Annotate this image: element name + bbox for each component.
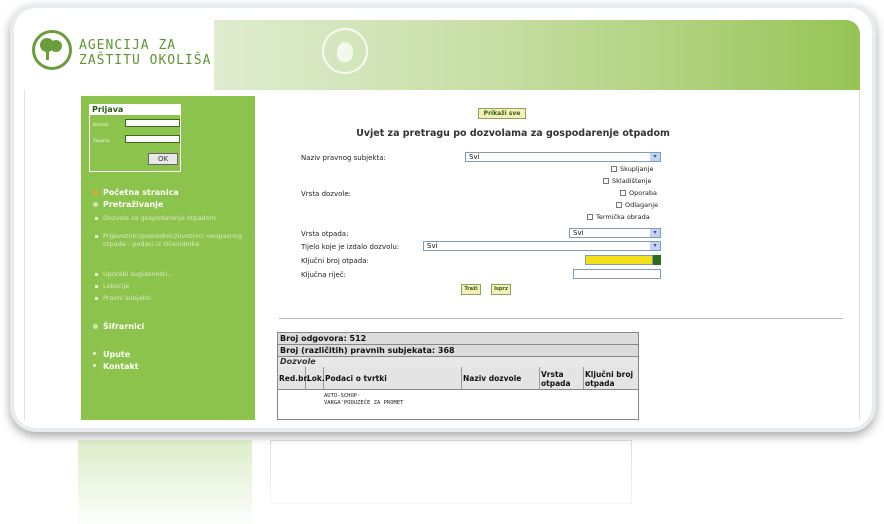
username-label: Korisnik	[93, 122, 109, 127]
col-header[interactable]: Red.br.	[278, 367, 309, 390]
chevron-down-icon: ▾	[650, 242, 660, 250]
search-button[interactable]: Traži	[461, 284, 481, 295]
website-page: AGENCIJA ZA ZAŠTITU OKOLIŠA Prijava Kori…	[14, 8, 872, 428]
sub-bullet-icon	[95, 285, 98, 288]
waste-code-input[interactable]	[585, 255, 653, 265]
col-header[interactable]: Vrsta otpada	[540, 367, 584, 390]
chevron-down-icon: ▾	[650, 153, 660, 161]
header-banner	[214, 20, 860, 90]
search-bullet-icon	[93, 202, 98, 207]
checkbox-icon	[603, 178, 609, 184]
checkbox-collection[interactable]: Skupljanje	[611, 165, 653, 173]
sub-bullet-icon	[95, 297, 98, 300]
header-logo-area: AGENCIJA ZA ZAŠTITU OKOLIŠA	[24, 20, 214, 90]
checkbox-icon	[611, 166, 617, 172]
sub-bullet-icon	[95, 217, 98, 220]
username-input[interactable]	[125, 119, 180, 127]
col-header[interactable]: Naziv dozvole	[462, 367, 540, 390]
search-panel: Prikaži sve Uvjet za pretragu po dozvola…	[273, 96, 849, 420]
login-title: Prijava	[90, 105, 180, 115]
keyword-input[interactable]	[573, 269, 661, 279]
checkbox-recovery[interactable]: Oporaba	[620, 189, 657, 197]
results-table: Broj odgovora: 512 Broj (različitih) pra…	[277, 332, 639, 420]
instructions-bullet-icon	[93, 352, 96, 355]
issuer-label: Tijelo koje je izdalo dozvolu:	[301, 243, 400, 251]
waste-code-picker-button[interactable]	[653, 255, 661, 265]
entities-count: Broj (različitih) pravnih subjekata: 368	[278, 345, 638, 357]
sidebar: Prijava Korisnik Zaporka OK Početna stra…	[81, 96, 255, 420]
reflection-fade	[0, 440, 884, 524]
legal-entity-select[interactable]: Svi ▾	[465, 152, 661, 162]
checkbox-icon	[620, 190, 626, 196]
clear-button[interactable]: Isprz	[491, 284, 511, 295]
chevron-down-icon: ▾	[650, 229, 660, 237]
divider	[279, 318, 843, 319]
presentation-slide: AGENCIJA ZA ZAŠTITU OKOLIŠA Prijava Kori…	[0, 0, 884, 524]
show-all-button[interactable]: Prikaži sve	[478, 108, 526, 119]
checkbox-thermal[interactable]: Termička obrada	[587, 213, 650, 221]
answers-count: Broj odgovora: 512	[278, 333, 638, 345]
sub-bullet-icon	[95, 235, 98, 238]
agency-name-line2: ZAŠTITU OKOLIŠA	[79, 53, 212, 68]
section-title: Dozvole	[278, 357, 638, 367]
waste-code-label: Ključni broj otpada:	[301, 257, 369, 265]
header-emblem-tree-icon	[337, 42, 353, 62]
sub-bullet-icon	[95, 273, 98, 276]
site-header: AGENCIJA ZA ZAŠTITU OKOLIŠA	[24, 20, 860, 90]
waste-type-label: Vrsta otpada:	[301, 230, 349, 238]
password-label: Zaporka	[93, 138, 110, 143]
col-header[interactable]: Ključni broj otpada	[584, 367, 638, 390]
col-header[interactable]: Lok.	[306, 367, 325, 390]
permit-type-label: Vrsta dozvole:	[301, 190, 352, 198]
legal-entity-label: Naziv pravnog subjekta:	[301, 154, 386, 162]
table-header: Red.br. Lok. Podaci o tvrtki Naziv dozvo…	[278, 367, 638, 390]
keyword-label: Ključna riječ:	[301, 271, 346, 279]
agency-name-line1: AGENCIJA ZA	[79, 38, 177, 53]
login-ok-button[interactable]: OK	[148, 153, 178, 165]
contact-bullet-icon	[93, 364, 96, 367]
logo-tree-icon	[50, 40, 62, 52]
login-box: Prijava Korisnik Zaporka OK	[89, 104, 181, 172]
waste-type-select[interactable]: Svi ▾	[569, 228, 661, 238]
codebooks-bullet-icon	[93, 324, 98, 329]
form-title: Uvjet za pretragu po dozvolama za gospod…	[356, 128, 670, 139]
page-body: Prijava Korisnik Zaporka OK Početna stra…	[24, 90, 860, 420]
table-row[interactable]: AUTO-SCHOP-VARGA'PODUZEĆE ZA PROMET	[324, 393, 404, 407]
agency-name[interactable]: AGENCIJA ZA ZAŠTITU OKOLIŠA	[79, 38, 211, 68]
col-header[interactable]: Podaci o tvrtki	[324, 367, 462, 390]
checkbox-disposal[interactable]: Odlaganje	[616, 201, 658, 209]
issuer-select[interactable]: Svi ▾	[423, 241, 661, 251]
home-bullet-icon	[93, 190, 98, 195]
checkbox-storage[interactable]: Skladištenje	[603, 177, 651, 185]
checkbox-icon	[587, 214, 593, 220]
browser-screenshot-frame: AGENCIJA ZA ZAŠTITU OKOLIŠA Prijava Kori…	[10, 4, 876, 432]
password-input[interactable]	[125, 135, 180, 143]
checkbox-icon	[616, 202, 622, 208]
logo-trunk-icon	[46, 50, 49, 60]
